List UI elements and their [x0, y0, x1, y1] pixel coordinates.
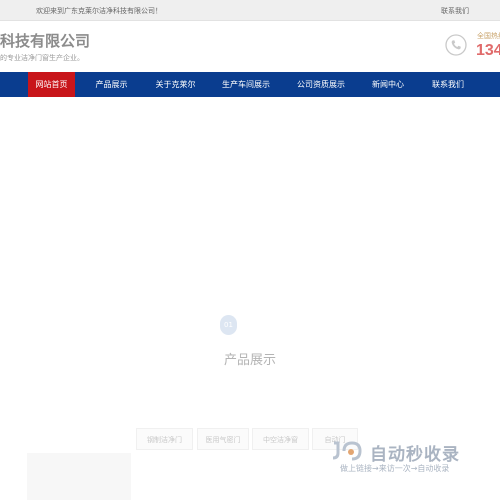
top-bar: 欢迎来到广东克莱尔洁净科技有限公司！ 联系我们: [0, 0, 500, 21]
product-thumbnail[interactable]: [27, 453, 131, 500]
nav-item-qualifications[interactable]: 公司资质展示: [290, 72, 352, 97]
tab-airtight-door[interactable]: 医用气密门: [197, 428, 249, 450]
tab-hollow-window[interactable]: 中空洁净窗: [252, 428, 309, 450]
section-title: 产品展示: [223, 353, 276, 368]
watermark: 自动秒收录 做上链接→来访一次→自动收录: [330, 440, 480, 476]
nav-item-home[interactable]: 网站首页: [28, 72, 75, 97]
company-tagline: 的专业洁净门窗生产企业。: [0, 54, 84, 62]
contact-us-link[interactable]: 联系我们: [441, 6, 469, 16]
nav-item-contact[interactable]: 联系我们: [424, 72, 472, 97]
watermark-title: 自动秒收录: [370, 445, 460, 465]
hotline-number: 1342: [476, 42, 500, 59]
company-name[interactable]: 科技有限公司: [0, 30, 90, 51]
hotline-label: 全国热线: [477, 32, 500, 40]
nav-item-workshop[interactable]: 生产车间展示: [214, 72, 278, 97]
tab-steel-door[interactable]: 钢制洁净门: [136, 428, 193, 450]
nav-item-products[interactable]: 产品展示: [86, 72, 137, 97]
watermark-logo-icon: [332, 441, 362, 461]
nav-item-news[interactable]: 新闻中心: [364, 72, 412, 97]
welcome-text: 欢迎来到广东克莱尔洁净科技有限公司！: [36, 7, 162, 15]
site-header: 科技有限公司 的专业洁净门窗生产企业。 全国热线 1342: [0, 21, 500, 72]
section-number-badge: 01: [220, 315, 237, 335]
nav-item-about[interactable]: 关于克莱尔: [148, 72, 203, 97]
watermark-subtitle: 做上链接→来访一次→自动收录: [340, 464, 450, 473]
phone-icon: [445, 34, 467, 56]
main-nav: 网站首页 产品展示 关于克莱尔 生产车间展示 公司资质展示 新闻中心 联系我们: [0, 72, 500, 97]
